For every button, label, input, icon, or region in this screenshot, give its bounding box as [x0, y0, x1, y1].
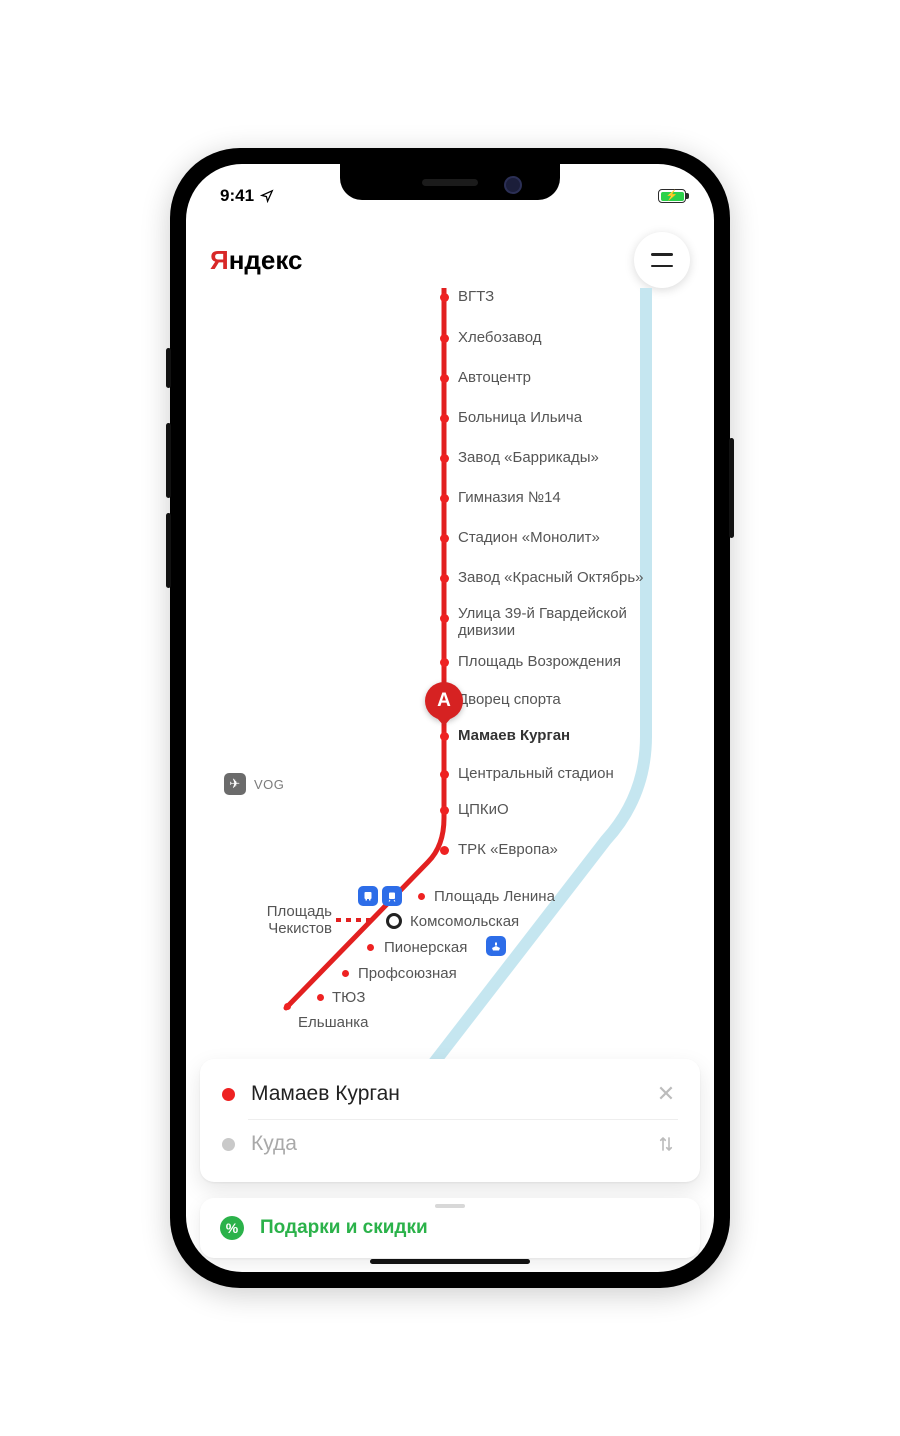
clear-from-button[interactable]: ✕ [654, 1081, 678, 1107]
percent-icon: % [220, 1216, 244, 1240]
battery-icon: ⚡ [658, 189, 686, 203]
route-from-text: Мамаев Курган [251, 1082, 638, 1106]
swap-button[interactable] [654, 1134, 678, 1154]
station-gimnaziya[interactable]: Гимназия №14 [458, 489, 561, 506]
station-bolnica[interactable]: Больница Ильича [458, 409, 582, 426]
airport-code: VOG [254, 777, 284, 792]
station-vgtz[interactable]: ВГТЗ [458, 288, 494, 305]
amenity-bus-icon[interactable] [358, 886, 378, 906]
station-centralniy[interactable]: Центральный стадион [458, 765, 614, 782]
menu-button[interactable] [634, 232, 690, 288]
station-dvorec[interactable]: Дворец спорта [458, 691, 561, 708]
offers-label: Подарки и скидки [260, 1217, 428, 1239]
station-monolit[interactable]: Стадион «Монолит» [458, 529, 600, 546]
station-tyuz[interactable]: ТЮЗ [332, 989, 365, 1006]
airport-badge[interactable]: ✈ VOG [224, 773, 284, 795]
station-vozrozhdenie[interactable]: Площадь Возрождения [458, 653, 621, 670]
brand-logo[interactable]: Яндекс [210, 245, 303, 276]
phone-frame: 9:41 ⚡ Яндекс [170, 148, 730, 1288]
station-chekistov[interactable]: Площадь Чекистов [254, 903, 332, 938]
from-marker[interactable]: A [425, 682, 463, 720]
station-barrikady[interactable]: Завод «Баррикады» [458, 449, 599, 466]
station-pionerskaya[interactable]: Пионерская [384, 939, 467, 956]
station-komsomolskaya[interactable]: Комсомольская [410, 913, 519, 930]
station-oktyabr[interactable]: Завод «Красный Октябрь» [458, 569, 644, 586]
station-mamaev[interactable]: Мамаев Курган [458, 727, 570, 744]
swap-icon [657, 1134, 675, 1154]
drag-handle[interactable] [435, 1204, 465, 1208]
from-dot-icon [222, 1088, 235, 1101]
status-time: 9:41 [220, 186, 254, 206]
to-dot-icon [222, 1138, 235, 1151]
station-elshanka[interactable]: Ельшанка [298, 1014, 368, 1031]
location-arrow-icon [260, 189, 274, 203]
route-to-row[interactable]: Куда [218, 1120, 682, 1168]
station-cpkio[interactable]: ЦПКиО [458, 801, 509, 818]
route-card: Мамаев Курган ✕ Куда [200, 1059, 700, 1182]
amenity-tram-icon[interactable] [382, 886, 402, 906]
station-evropa[interactable]: ТРК «Европа» [458, 841, 558, 858]
metro-map[interactable]: ВГТЗ Хлебозавод Автоцентр Больница Ильич… [186, 288, 714, 1080]
screen: 9:41 ⚡ Яндекс [186, 164, 714, 1272]
airplane-icon: ✈ [224, 773, 246, 795]
station-profsoyuznaya[interactable]: Профсоюзная [358, 965, 457, 982]
menu-icon [651, 253, 673, 267]
route-from-row[interactable]: Мамаев Курган ✕ [218, 1069, 682, 1119]
station-ulica39[interactable]: Улица 39-й Гвардейской дивизии [458, 605, 627, 640]
notch [340, 164, 560, 200]
route-to-placeholder: Куда [251, 1132, 638, 1156]
amenity-boat-icon[interactable] [486, 936, 506, 956]
header: Яндекс [186, 214, 714, 288]
station-hlebozavod[interactable]: Хлебозавод [458, 329, 541, 346]
offers-card[interactable]: % Подарки и скидки [200, 1198, 700, 1258]
station-avtocentr[interactable]: Автоцентр [458, 369, 531, 386]
home-indicator[interactable] [370, 1259, 530, 1264]
station-lenina[interactable]: Площадь Ленина [434, 888, 555, 905]
